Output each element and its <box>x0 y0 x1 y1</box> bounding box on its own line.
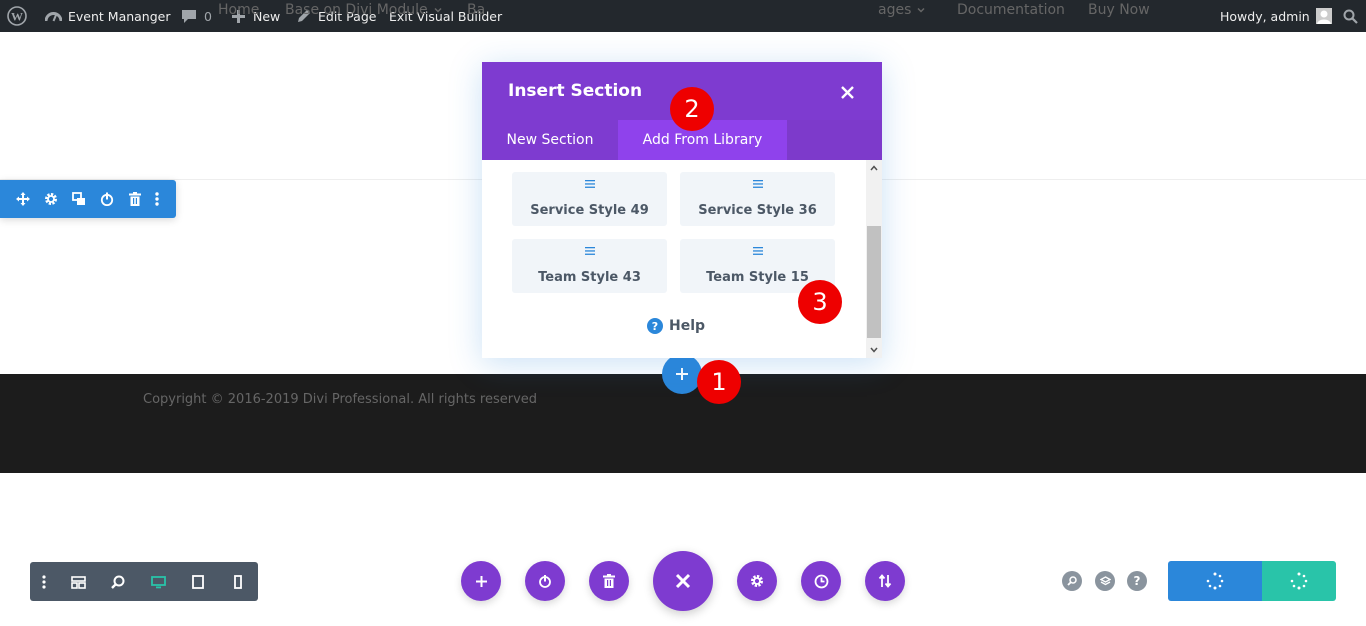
modal-scrollbar[interactable] <box>866 160 882 358</box>
more-options-icon[interactable] <box>35 573 53 591</box>
library-item-label: Service Style 49 <box>530 203 649 218</box>
avatar <box>1315 8 1332 24</box>
page-settings-button[interactable] <box>737 561 777 601</box>
tablet-view-icon[interactable] <box>189 573 207 591</box>
nav-item-documentation[interactable]: Documentation <box>957 0 1065 20</box>
plus-icon <box>475 575 487 587</box>
modal-title: Insert Section <box>508 81 643 101</box>
history-button[interactable] <box>801 561 841 601</box>
tab-label: New Section <box>506 132 594 148</box>
more-options-icon[interactable] <box>148 190 166 208</box>
publish-button[interactable] <box>1262 561 1336 601</box>
zoom-icon[interactable] <box>109 573 127 591</box>
nav-item-home[interactable]: Home <box>218 0 259 20</box>
nav-label: Buy Now <box>1088 2 1150 18</box>
layers-button[interactable] <box>1095 571 1115 591</box>
loading-spinner-icon <box>1206 572 1224 590</box>
library-list: Service Style 49 Service Style 36 Team S… <box>482 160 866 358</box>
nav-item-partial-left[interactable]: Ba <box>467 0 485 20</box>
clock-icon <box>814 574 828 588</box>
power-icon <box>539 575 551 588</box>
search-icon <box>1067 576 1077 586</box>
layers-icon <box>1099 575 1111 585</box>
library-item-label: Team Style 43 <box>538 270 641 285</box>
import-export-icon <box>878 574 892 588</box>
nav-item-buy-now[interactable]: Buy Now <box>1088 0 1150 20</box>
scroll-up-arrow-icon[interactable] <box>866 160 882 176</box>
search-icon <box>1341 7 1359 25</box>
tab-label: Add From Library <box>642 132 763 148</box>
question-icon: ? <box>1133 574 1141 588</box>
help-icon: ? <box>647 318 663 334</box>
duplicate-icon[interactable] <box>70 190 88 208</box>
scroll-thumb[interactable] <box>867 226 881 338</box>
library-item[interactable]: Service Style 36 <box>680 172 835 226</box>
library-item[interactable]: Team Style 43 <box>512 239 667 293</box>
greeting: Howdy, admin <box>1220 8 1310 24</box>
wordpress-logo[interactable]: W <box>7 0 27 32</box>
trash-icon[interactable] <box>126 190 144 208</box>
svg-text:W: W <box>11 10 23 24</box>
step-marker: 3 <box>798 280 842 324</box>
find-replace-button[interactable] <box>1062 571 1082 591</box>
save-to-library-icon[interactable] <box>98 190 116 208</box>
nav-label: ages <box>878 2 912 18</box>
admin-bar: W Event Mananger 0 New Edit Page Exit Vi… <box>0 0 1366 32</box>
account-menu[interactable]: Howdy, admin <box>1220 0 1332 32</box>
step-marker: 2 <box>670 87 714 131</box>
site-name-link[interactable]: Event Mananger <box>44 0 171 32</box>
plus-icon <box>676 368 688 380</box>
close-icon <box>675 573 691 589</box>
comment-icon <box>180 7 198 25</box>
tab-new-section[interactable]: New Section <box>482 120 618 160</box>
clear-layout-button[interactable] <box>589 561 629 601</box>
trash-icon <box>603 574 615 588</box>
wordpress-icon: W <box>7 6 27 26</box>
comments-link[interactable]: 0 <box>180 0 212 32</box>
close-icon <box>840 85 854 99</box>
gear-icon <box>751 575 763 587</box>
section-toolbar <box>0 180 176 218</box>
nav-label: Home <box>218 2 260 18</box>
layout-icon <box>512 247 667 255</box>
close-settings-button[interactable] <box>653 551 713 611</box>
layout-icon <box>680 180 835 188</box>
dashboard-icon <box>44 7 62 25</box>
save-draft-button[interactable] <box>1168 561 1262 601</box>
nav-label: Base on Divi Module <box>285 2 428 18</box>
chevron-down-icon <box>917 7 925 13</box>
nav-item-pages[interactable]: ages <box>878 0 925 20</box>
add-button[interactable] <box>461 561 501 601</box>
site-name: Event Mananger <box>68 8 171 24</box>
layout-icon <box>680 247 835 255</box>
move-icon[interactable] <box>14 190 32 208</box>
help-button[interactable]: ? <box>1127 571 1147 591</box>
nav-item-base-on-divi-module[interactable]: Base on Divi Module <box>285 0 442 20</box>
admin-search[interactable] <box>1341 0 1359 32</box>
library-item-label: Service Style 36 <box>698 203 817 218</box>
library-item[interactable]: Service Style 49 <box>512 172 667 226</box>
add-section-button[interactable] <box>662 354 702 394</box>
page-settings-bar <box>30 562 258 601</box>
gear-icon[interactable] <box>42 190 60 208</box>
phone-view-icon[interactable] <box>229 573 247 591</box>
wireframe-icon[interactable] <box>69 573 87 591</box>
step-marker: 1 <box>697 360 741 404</box>
desktop-view-icon[interactable] <box>149 573 167 591</box>
close-button[interactable] <box>837 82 857 102</box>
help-label: Help <box>669 318 706 334</box>
nav-label: Ba <box>467 2 486 18</box>
portability-button[interactable] <box>865 561 905 601</box>
copyright-text: Copyright © 2016-2019 Divi Professional.… <box>143 392 538 407</box>
load-from-library-button[interactable] <box>525 561 565 601</box>
loading-spinner-icon <box>1290 572 1308 590</box>
chevron-down-icon <box>434 7 442 13</box>
comments-count: 0 <box>204 8 212 24</box>
layout-icon <box>512 180 667 188</box>
help-link[interactable]: ? Help <box>647 318 705 334</box>
nav-label: Documentation <box>957 2 1065 18</box>
scroll-down-arrow-icon[interactable] <box>866 342 882 358</box>
